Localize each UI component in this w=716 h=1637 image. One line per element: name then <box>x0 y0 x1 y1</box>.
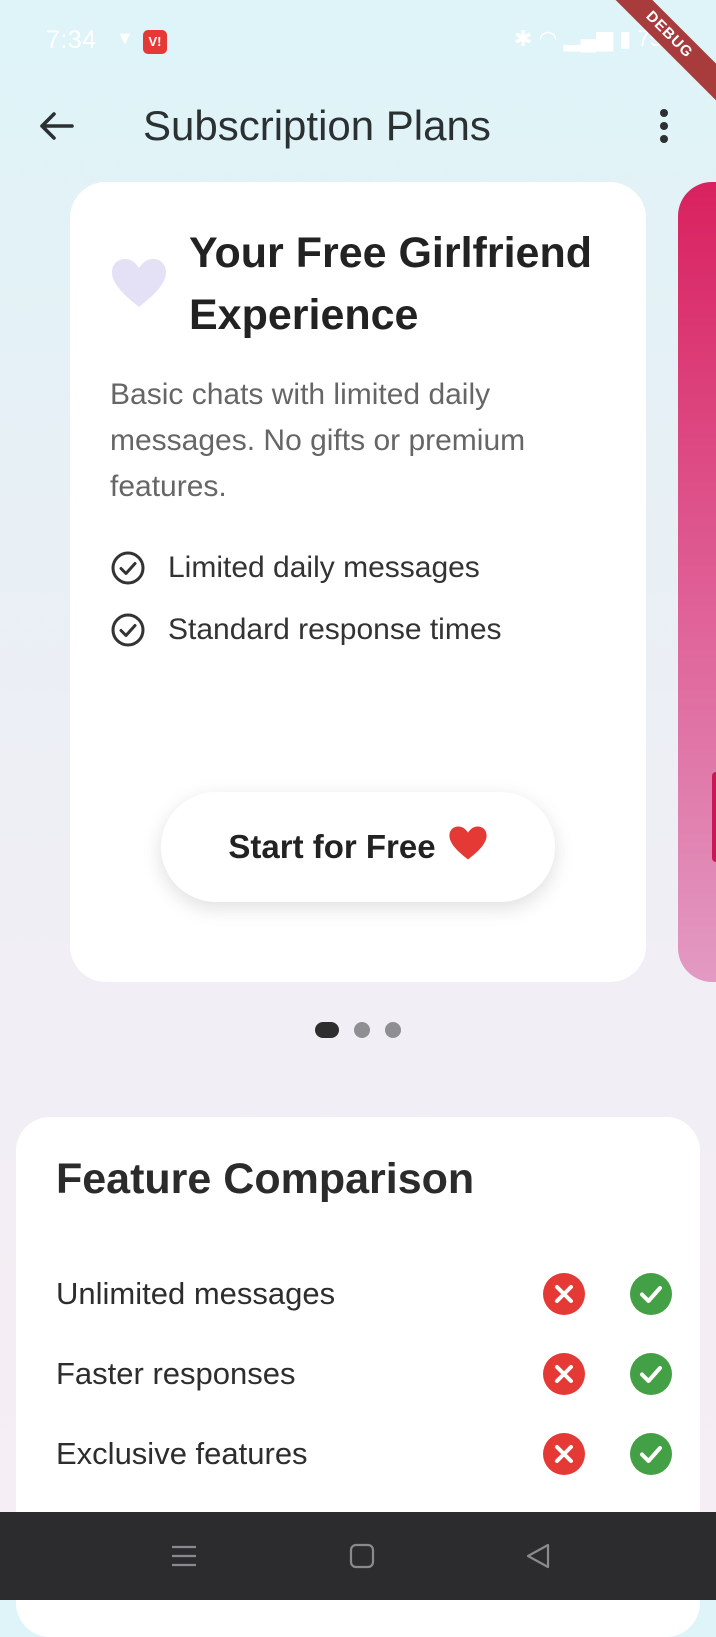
bluetooth-icon: ✱ <box>513 26 533 51</box>
plan-card-next-preview[interactable] <box>678 182 716 982</box>
plan-feature-list: Limited daily messages Standard response… <box>110 537 630 661</box>
recents-menu-icon[interactable] <box>168 1540 200 1572</box>
red-heart-emoji-icon <box>448 825 488 869</box>
carousel-page-indicator <box>0 1020 716 1040</box>
cross-circle-icon <box>543 1273 585 1315</box>
comparison-title: Feature Comparison <box>56 1155 475 1203</box>
check-circle-icon <box>111 613 145 647</box>
comparison-row: Unlimited messages <box>56 1271 676 1351</box>
check-circle-icon <box>111 551 145 585</box>
signal-icon: ▂▄▆ <box>563 26 614 51</box>
back-button[interactable] <box>30 104 82 148</box>
arrow-left-icon <box>40 112 74 140</box>
plan-feature-label: Standard response times <box>168 613 502 646</box>
navigation-arrow-icon: ▼ <box>116 28 134 48</box>
more-vert-icon <box>660 109 668 143</box>
start-free-button[interactable]: Start for Free <box>161 792 555 902</box>
plan-description: Basic chats with limited daily messages.… <box>110 378 526 503</box>
plan-feature-label: Limited daily messages <box>168 551 480 584</box>
system-navigation-bar <box>0 1512 716 1600</box>
battery-icon: ▮ <box>619 26 632 51</box>
comparison-feature-label: Unlimited messages <box>56 1276 336 1311</box>
page-dot[interactable] <box>385 1022 401 1038</box>
plan-card-free[interactable]: Your Free Girlfriend Experience Basic ch… <box>70 182 646 982</box>
status-time: 7:34 <box>46 26 97 54</box>
carrier-app-icon: V! <box>143 30 167 54</box>
back-triangle-icon[interactable] <box>522 1540 554 1572</box>
comparison-feature-label: Faster responses <box>56 1356 296 1391</box>
page-title: Subscription Plans <box>143 102 491 149</box>
status-bar: 7:34 ▼ V! ✱ ◠ ▂▄▆ ▮ 75 DEBUG <box>0 0 716 105</box>
more-options-button[interactable] <box>642 102 686 150</box>
app-bar: Subscription Plans <box>0 84 716 168</box>
status-icons: ✱ ◠ ▂▄▆ ▮ 75 <box>514 26 662 52</box>
plan-feature-item: Standard response times <box>110 599 630 661</box>
cross-circle-icon <box>543 1353 585 1395</box>
check-circle-icon <box>630 1433 672 1475</box>
page-dot[interactable] <box>354 1022 370 1038</box>
check-circle-icon <box>630 1353 672 1395</box>
heart-icon <box>112 259 166 307</box>
plan-feature-item: Limited daily messages <box>110 537 630 599</box>
comparison-feature-label: Exclusive features <box>56 1436 308 1471</box>
cross-circle-icon <box>543 1433 585 1475</box>
plan-title: Your Free Girlfriend Experience <box>189 229 592 339</box>
plan-carousel[interactable]: Your Free Girlfriend Experience Basic ch… <box>0 182 716 982</box>
start-free-label: Start for Free <box>228 828 436 865</box>
page-dot-active[interactable] <box>315 1022 339 1038</box>
wifi-icon: ◠ <box>538 26 558 51</box>
home-square-icon[interactable] <box>346 1540 378 1572</box>
check-circle-icon <box>630 1273 672 1315</box>
comparison-table: Unlimited messages Faster responses Excl… <box>56 1271 676 1511</box>
comparison-row: Exclusive features <box>56 1431 676 1511</box>
comparison-row: Faster responses <box>56 1351 676 1431</box>
